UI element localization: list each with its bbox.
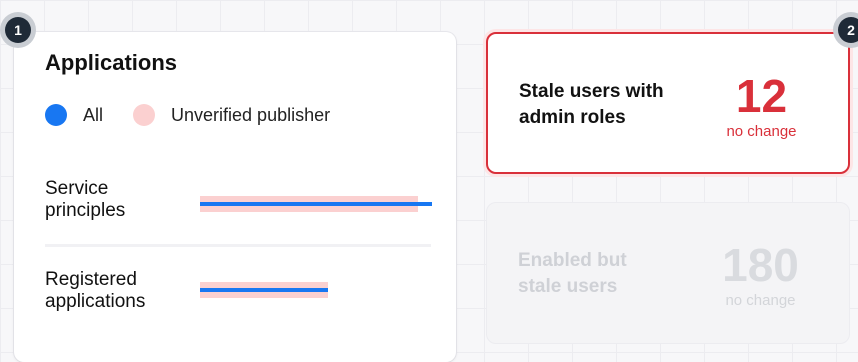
stat-label-line: Enabled but xyxy=(518,250,627,271)
applications-legend: All Unverified publisher xyxy=(45,104,330,126)
bar-registered-applications[interactable] xyxy=(200,282,328,298)
bar-all xyxy=(200,202,432,206)
stat-change: no change xyxy=(725,292,796,309)
stat-value: 180 xyxy=(722,239,799,291)
bar-service-principles[interactable] xyxy=(200,196,432,212)
stat-change: no change xyxy=(726,123,797,140)
applications-title: Applications xyxy=(45,50,178,75)
stat-label-line: admin roles xyxy=(519,107,626,128)
row-label-line: Service xyxy=(45,178,109,199)
row-label-line: principles xyxy=(45,200,126,221)
stat-label-line: stale users xyxy=(518,276,618,297)
stat-card-stale-admin[interactable]: Stale users with admin roles 12 no chang… xyxy=(486,32,850,174)
stat-label: Stale users with admin roles xyxy=(519,79,709,131)
stat-card-enabled-stale[interactable]: Enabled but stale users 180 no change xyxy=(486,202,850,344)
row-label-service-principles: Service principles xyxy=(45,178,195,222)
row-label-registered-applications: Registered applications xyxy=(45,269,195,313)
legend-dot-all-icon xyxy=(45,104,67,126)
row-label-line: Registered xyxy=(45,269,137,290)
stat-value: 12 xyxy=(735,70,788,122)
applications-card: Applications All Unverified publisher Se… xyxy=(14,32,456,362)
legend-label-all: All xyxy=(83,104,104,125)
row-label-line: applications xyxy=(45,291,146,312)
stat-label: Enabled but stale users xyxy=(518,248,708,300)
legend-item-unverified[interactable]: Unverified publisher xyxy=(133,104,330,126)
legend-dot-unverified-icon xyxy=(133,104,156,126)
stat-label-line: Stale users with xyxy=(519,81,664,102)
row-divider xyxy=(45,244,431,247)
step-badge-2: 2 xyxy=(838,17,858,43)
bar-all xyxy=(200,288,328,292)
legend-label-unverified: Unverified publisher xyxy=(171,104,331,125)
legend-item-all[interactable]: All xyxy=(45,104,103,126)
step-badge-1: 1 xyxy=(5,17,31,43)
